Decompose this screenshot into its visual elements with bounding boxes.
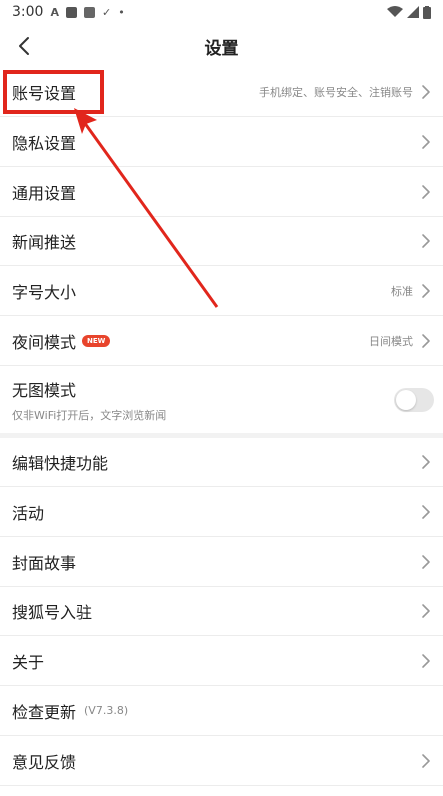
news-push-label: 新闻推送 (12, 233, 77, 252)
night-mode-label-wrap: 夜间模式 NEW (12, 329, 111, 353)
cover-story-right (419, 554, 433, 570)
sohu-account-row[interactable]: 搜狐号入驻 (0, 587, 443, 636)
cover-story-row[interactable]: 封面故事 (0, 537, 443, 587)
back-icon (19, 37, 29, 55)
wifi-icon (387, 6, 403, 17)
no-image-mode-text: 无图模式 仅非WiFi打开后，文字浏览新闻 (12, 377, 166, 423)
sohu-account-right (419, 603, 433, 619)
chevron-right-icon (422, 554, 430, 569)
feedback-right (419, 753, 433, 769)
status-bar: 3:00 𝗔 ✓ • (0, 0, 443, 24)
about-row[interactable]: 关于 (0, 636, 443, 686)
no-image-mode-row: 无图模式 仅非WiFi打开后，文字浏览新闻 (0, 366, 443, 433)
check-update-label: 检查更新 (12, 702, 77, 722)
edit-shortcuts-right (419, 454, 433, 470)
general-settings-row[interactable]: 通用设置 (0, 167, 443, 217)
account-settings-right: 手机绑定、账号安全、注销账号 (259, 84, 433, 100)
no-image-mode-label: 无图模式 (12, 380, 77, 400)
new-badge: NEW (82, 334, 111, 347)
check-update-row[interactable]: 检查更新 (V7.3.8) (0, 686, 443, 736)
chevron-right-icon (422, 85, 430, 99)
notification-a-icon: 𝗔 (50, 5, 59, 19)
activity-row[interactable]: 活动 (0, 487, 443, 537)
notification-check-icon: ✓ (101, 5, 112, 19)
night-mode-right: 日间模式 (369, 333, 433, 349)
privacy-settings-label: 隐私设置 (12, 133, 77, 153)
chevron-right-icon (422, 653, 430, 668)
font-size-label: 字号大小 (12, 282, 77, 302)
feedback-row[interactable]: 意见反馈 (0, 736, 443, 786)
sohu-account-label: 搜狐号入驻 (12, 603, 93, 622)
back-button[interactable] (10, 32, 38, 60)
battery-icon (423, 5, 431, 19)
news-push-row[interactable]: 新闻推送 (0, 217, 443, 266)
status-right (387, 5, 431, 19)
font-size-value: 标准 (391, 284, 413, 298)
no-image-mode-toggle[interactable] (394, 387, 434, 412)
news-push-right (419, 233, 433, 249)
notification-dot-icon: • (118, 5, 125, 19)
general-settings-right (419, 184, 433, 200)
chevron-right-icon (422, 753, 430, 768)
night-mode-value: 日间模式 (369, 334, 413, 348)
top-bar: 设置 (0, 24, 443, 68)
chevron-right-icon (422, 234, 430, 248)
night-mode-label: 夜间模式 (12, 332, 77, 352)
privacy-settings-row[interactable]: 隐私设置 (0, 117, 443, 167)
about-label: 关于 (12, 652, 45, 672)
chevron-right-icon (422, 333, 430, 348)
font-size-right: 标准 (391, 283, 433, 299)
chevron-right-icon (422, 455, 430, 469)
app-version: (V7.3.8) (84, 704, 129, 717)
no-image-mode-description: 仅非WiFi打开后，文字浏览新闻 (12, 408, 167, 422)
notification-font-icon (83, 6, 95, 18)
edit-shortcuts-row[interactable]: 编辑快捷功能 (0, 438, 443, 487)
highlight-box (3, 70, 104, 114)
edit-shortcuts-label: 编辑快捷功能 (12, 454, 109, 473)
check-update-label-wrap: 检查更新 (V7.3.8) (12, 699, 128, 723)
page-title: 设置 (204, 38, 239, 59)
chevron-right-icon (422, 504, 430, 519)
about-right (419, 653, 433, 669)
chevron-right-icon (422, 283, 430, 298)
night-mode-row[interactable]: 夜间模式 NEW 日间模式 (0, 316, 443, 366)
toggle-knob (396, 389, 416, 410)
feedback-label: 意见反馈 (12, 752, 77, 772)
font-size-row[interactable]: 字号大小 标准 (0, 266, 443, 316)
status-time: 3:00 (12, 4, 44, 20)
account-settings-hint: 手机绑定、账号安全、注销账号 (259, 86, 413, 99)
activity-right (419, 504, 433, 520)
status-left: 3:00 𝗔 ✓ • (12, 4, 125, 20)
notification-app-icon (65, 6, 77, 18)
signal-icon (407, 6, 419, 18)
cover-story-label: 封面故事 (12, 553, 77, 573)
activity-label: 活动 (12, 503, 45, 523)
chevron-right-icon (422, 184, 430, 199)
general-settings-label: 通用设置 (12, 183, 77, 203)
chevron-right-icon (422, 134, 430, 149)
chevron-right-icon (422, 604, 430, 618)
privacy-settings-right (419, 134, 433, 150)
